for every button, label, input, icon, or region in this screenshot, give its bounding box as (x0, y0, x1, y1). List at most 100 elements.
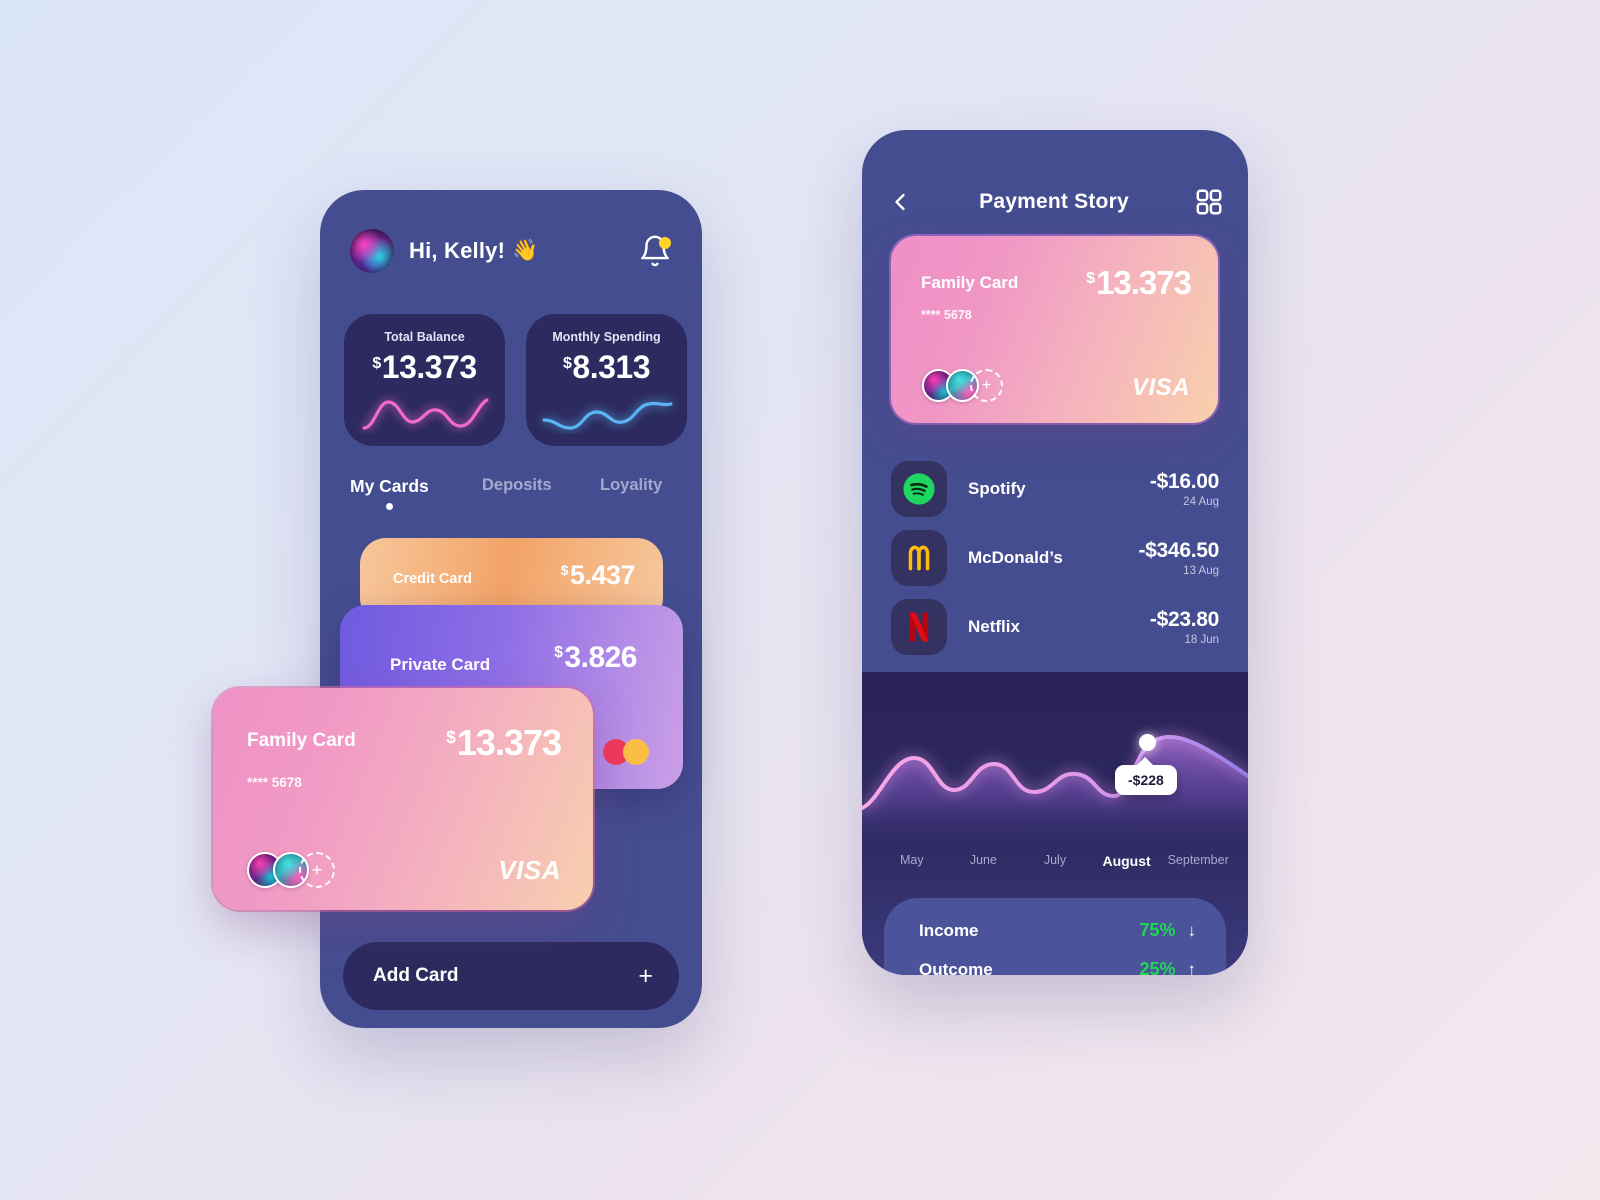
stat-value: 8.313 (572, 349, 650, 385)
tab-label: Deposits (482, 476, 552, 494)
visa-logo-icon: VISA (498, 855, 561, 885)
currency-symbol: $ (554, 644, 563, 662)
tab-label: My Cards (350, 476, 429, 496)
notification-button[interactable] (638, 234, 672, 268)
card-value: 13.373 (456, 722, 562, 763)
chevron-left-icon[interactable] (886, 188, 914, 216)
arrow-down-icon: ↓ (1187, 921, 1197, 940)
card-value: 5.437 (569, 560, 636, 590)
transaction-row-mcdonalds[interactable]: McDonald’s -$346.50 13 Aug (891, 523, 1219, 592)
card-family-selected[interactable]: Family Card **** 5678 $13.373 + VISA (891, 236, 1218, 423)
notification-badge (659, 237, 671, 249)
summary-label: Income (919, 920, 979, 940)
stat-value: 13.373 (381, 349, 477, 385)
transaction-row-netflix[interactable]: Netflix -$23.80 18 Jun (891, 592, 1219, 661)
chart-month-axis: May June July August September (876, 853, 1234, 869)
netflix-icon (891, 598, 947, 655)
arrow-up-icon: ↑ (1187, 960, 1197, 975)
transaction-name: Spotify (968, 478, 1026, 498)
spotify-icon (891, 460, 947, 517)
wave-emoji-icon: 👋 (512, 239, 539, 262)
currency-symbol: $ (372, 355, 381, 372)
spending-chart[interactable] (862, 680, 1248, 850)
transaction-amount: -$16.00 (1149, 469, 1219, 493)
month-august[interactable]: August (1091, 853, 1163, 869)
phone-right: Payment Story Family Card **** 5678 $13.… (862, 130, 1248, 975)
stat-card-monthly-spending[interactable]: Monthly Spending $8.313 (526, 314, 687, 446)
tab-deposits[interactable]: Deposits (482, 476, 600, 497)
mcdonalds-icon (891, 529, 947, 586)
transaction-row-spotify[interactable]: Spotify -$16.00 24 Aug (891, 454, 1219, 523)
summary-value: 75% (1139, 920, 1176, 940)
tab-active-indicator (386, 503, 393, 510)
card-number: **** 5678 (247, 775, 302, 790)
summary-row-income[interactable]: Income 75% ↓ (919, 911, 1196, 950)
transaction-date: 24 Aug (1183, 495, 1219, 508)
sparkline-monthly-spending (542, 401, 673, 430)
chart-tooltip: -$228 (1115, 757, 1177, 795)
mastercard-icon (603, 739, 649, 765)
transaction-name: Netflix (968, 616, 1020, 636)
tab-label: Loyality (600, 476, 663, 494)
card-name: Family Card (921, 273, 1019, 292)
transaction-list: Spotify -$16.00 24 Aug McDonald’s -$346.… (891, 454, 1219, 661)
avatar[interactable] (350, 229, 394, 273)
plus-icon: + (638, 961, 653, 990)
card-amount: $3.826 (554, 641, 637, 675)
card-members: + (922, 369, 1003, 402)
add-member-button[interactable]: + (970, 369, 1003, 402)
card-family-expanded[interactable]: Family Card **** 5678 $13.373 + VISA (213, 688, 593, 910)
transaction-date: 13 Aug (1183, 564, 1219, 577)
page-title: Payment Story (979, 190, 1129, 213)
card-value: 3.826 (564, 641, 637, 674)
transaction-amount: -$346.50 (1138, 538, 1219, 562)
card-value: 13.373 (1096, 264, 1192, 301)
currency-symbol: $ (446, 726, 456, 747)
summary-label: Outcome (919, 959, 993, 976)
stat-cards: Total Balance $13.373 Monthly Spending $… (344, 314, 687, 446)
card-number: **** 5678 (921, 308, 972, 322)
currency-symbol: $ (563, 355, 572, 372)
tab-loyality[interactable]: Loyality (600, 476, 662, 497)
add-card-label: Add Card (373, 965, 459, 986)
grid-menu-icon[interactable] (1194, 187, 1224, 217)
card-name: Credit Card (393, 571, 472, 587)
transaction-meta: -$346.50 13 Aug (1138, 539, 1219, 577)
card-name: Private Card (390, 655, 491, 674)
tab-my-cards[interactable]: My Cards (350, 476, 482, 510)
month-june[interactable]: June (948, 853, 1020, 869)
month-september[interactable]: September (1162, 853, 1234, 869)
stat-amount: $13.373 (352, 351, 497, 383)
currency-symbol: $ (1086, 269, 1095, 287)
card-tabs: My Cards Deposits Loyality (350, 476, 672, 510)
add-card-button[interactable]: Add Card + (343, 942, 679, 1010)
chart-highlight-point[interactable] (1139, 734, 1156, 751)
greeting-text: Hi, Kelly! (409, 238, 506, 263)
chart-area-fill (862, 736, 1248, 850)
add-member-button[interactable]: + (299, 852, 335, 888)
visa-logo-icon: VISA (1131, 374, 1190, 401)
transaction-date: 18 Jun (1184, 633, 1219, 646)
card-members: + (247, 852, 335, 888)
stat-label: Monthly Spending (552, 330, 661, 344)
month-july[interactable]: July (1019, 853, 1091, 869)
month-may[interactable]: May (876, 853, 948, 869)
left-header: Hi, Kelly! 👋 (350, 228, 672, 274)
transaction-meta: -$23.80 18 Jun (1150, 608, 1219, 646)
card-amount: $13.373 (446, 722, 562, 764)
transaction-amount: -$23.80 (1149, 607, 1219, 631)
summary-value: 25% (1139, 959, 1176, 975)
stat-label: Total Balance (384, 330, 465, 344)
right-header: Payment Story (886, 182, 1224, 222)
income-outcome-summary: Income 75% ↓ Outcome 25% ↑ (884, 898, 1226, 975)
summary-row-outcome[interactable]: Outcome 25% ↑ (919, 950, 1196, 975)
currency-symbol: $ (560, 562, 569, 579)
card-name: Family Card (247, 730, 356, 751)
transaction-meta: -$16.00 24 Aug (1150, 470, 1219, 508)
stat-card-total-balance[interactable]: Total Balance $13.373 (344, 314, 505, 446)
card-amount: $5.437 (560, 560, 636, 591)
transaction-name: McDonald’s (968, 547, 1063, 567)
stat-amount: $8.313 (534, 351, 679, 383)
spending-chart-panel: -$228 May June July August September Inc… (862, 672, 1248, 975)
sparkline-total-balance (362, 398, 489, 430)
